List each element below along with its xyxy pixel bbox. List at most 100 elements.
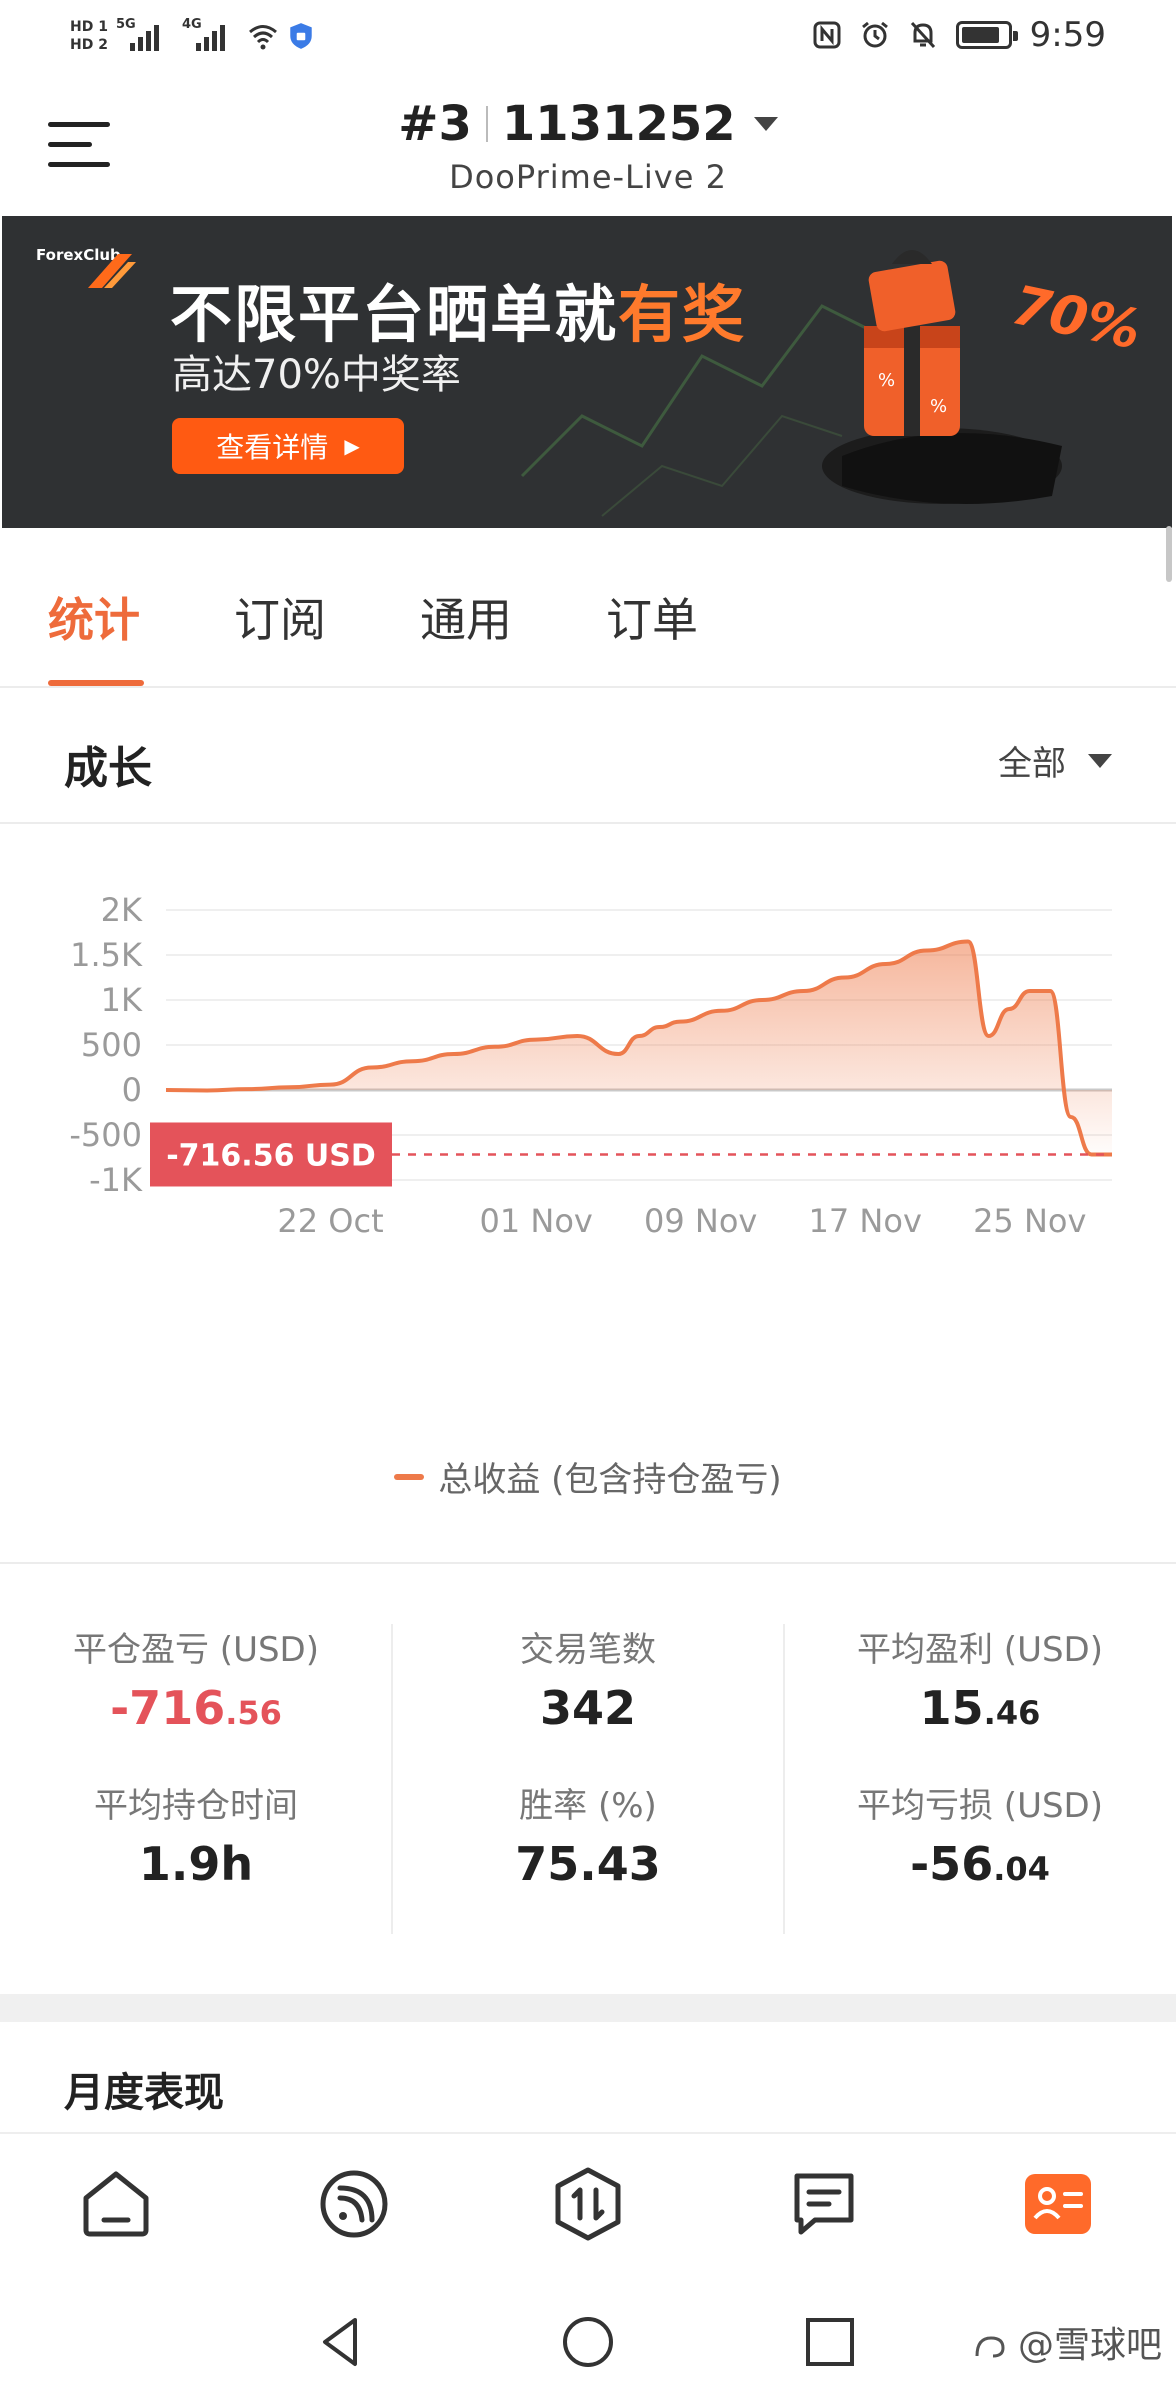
- battery-level: [961, 27, 1000, 43]
- stat-value-dec: .04: [993, 1850, 1050, 1888]
- period-filter-value: 全部: [998, 744, 1066, 784]
- y-tick-label: 500: [81, 1026, 142, 1064]
- current-value-label: -716.56 USD: [166, 1138, 376, 1173]
- stats-grid: 平仓盈亏 (USD) -716.56 交易笔数 342 平均盈利 (USD) 1…: [0, 1562, 1176, 1992]
- x-tick-label: 09 Nov: [644, 1202, 757, 1240]
- home-button[interactable]: [558, 2312, 618, 2372]
- back-triangle-icon: [323, 2318, 357, 2366]
- y-tick-label: 2K: [101, 891, 143, 929]
- tab-statistics[interactable]: 统计: [48, 584, 140, 650]
- nav-home[interactable]: [74, 2162, 158, 2246]
- tab-orders[interactable]: 订单: [606, 584, 698, 650]
- signal-4g-icon: 4G: [182, 17, 240, 51]
- stat-value: 15.46: [784, 1681, 1176, 1735]
- period-filter-dropdown[interactable]: 全部: [998, 736, 1112, 785]
- stat-label: 交易笔数: [520, 1630, 656, 1670]
- promo-banner[interactable]: ForexClub 不限平台晒单就有奖 高达70%中奖率 查看详情 ▶ % % …: [2, 216, 1172, 528]
- status-right: 9:59: [812, 14, 1106, 56]
- forexclub-mark-icon: [88, 254, 136, 288]
- stat-divider: [783, 1624, 785, 1934]
- growth-chart-svg: 2K 1.5K 1K 500 0 -500 -1K 22 Oct 01 Nov 09 Nov 17…: [69, 891, 1112, 1240]
- tab-bar: 统计 订阅 通用 订单: [0, 528, 1176, 688]
- monthly-performance-title: 月度表现: [64, 2070, 224, 2116]
- server-name: DooPrime-Live 2: [449, 158, 727, 196]
- chart-legend[interactable]: 总收益 (包含持仓盈亏): [0, 1452, 1176, 1501]
- stat-value: -56.04: [784, 1837, 1176, 1891]
- stat-divider: [391, 1624, 393, 1934]
- banner-title: 不限平台晒单就有奖: [170, 264, 746, 354]
- y-tick-label: -500: [69, 1116, 142, 1154]
- signal-5g-icon: 5G: [116, 17, 174, 51]
- stat-value: 75.43: [392, 1837, 784, 1891]
- legend-swatch: [394, 1473, 425, 1480]
- banner-title-main: 不限平台晒单就: [170, 278, 619, 351]
- messages-icon: [794, 2173, 854, 2235]
- stat-label: 平均盈利 (USD): [857, 1630, 1103, 1670]
- app-header: #3 1131252 DooPrime-Live 2: [0, 70, 1176, 210]
- tab-subscribe[interactable]: 订阅: [234, 584, 326, 650]
- nav-feed[interactable]: [312, 2162, 396, 2246]
- x-tick-label: 22 Oct: [277, 1202, 383, 1240]
- y-tick-label: 1K: [101, 981, 143, 1019]
- legend-label: 总收益 (包含持仓盈亏): [438, 1460, 782, 1500]
- feed-icon: [320, 2170, 388, 2238]
- tab-general[interactable]: 通用: [420, 584, 512, 650]
- stat-label: 平均持仓时间: [94, 1786, 298, 1826]
- banner-details-button[interactable]: 查看详情 ▶: [172, 418, 404, 474]
- stat-value-int: 75.43: [515, 1837, 661, 1891]
- play-arrow-icon: ▶: [344, 434, 360, 458]
- growth-section-header: 成长 全部: [0, 692, 1176, 824]
- stat-value-int: 15: [919, 1681, 984, 1735]
- clock: 9:59: [1029, 15, 1106, 55]
- status-left: HD 1 HD 2 5G 4G: [70, 8, 316, 64]
- banner-button-label: 查看详情: [216, 431, 329, 464]
- nfc-icon: [813, 21, 841, 49]
- stat-trade-count: 交易笔数 342: [392, 1622, 784, 1735]
- account-number: 1131252: [501, 96, 736, 152]
- stat-value-dec: .56: [225, 1694, 282, 1732]
- recents-button[interactable]: [800, 2312, 860, 2372]
- nav-profile[interactable]: [1016, 2162, 1100, 2246]
- profile-card-icon: [1025, 2174, 1091, 2234]
- stat-value: -716.56: [0, 1681, 392, 1735]
- stat-value: 342: [392, 1681, 784, 1735]
- section-gap: [0, 1994, 1176, 2022]
- stat-avg-loss: 平均亏损 (USD) -56.04: [784, 1778, 1176, 1891]
- account-prefix: #3: [398, 96, 472, 152]
- account-selector[interactable]: #3 1131252 DooPrime-Live 2: [0, 96, 1176, 196]
- stat-value: 1.9h: [0, 1837, 392, 1891]
- active-tab-indicator: [48, 680, 144, 686]
- gift-hand-illustration: % %: [822, 250, 1062, 504]
- nav-messages[interactable]: [782, 2162, 866, 2246]
- hd-indicator: HD 1 HD 2: [70, 18, 108, 54]
- growth-title: 成长: [64, 743, 152, 794]
- shield-icon: [290, 23, 312, 49]
- account-separator: [485, 106, 488, 142]
- growth-chart: 2K 1.5K 1K 500 0 -500 -1K 22 Oct 01 Nov 09 Nov 17…: [0, 826, 1176, 1558]
- home-icon: [83, 2171, 149, 2237]
- nav-trade[interactable]: [546, 2162, 630, 2246]
- stat-value-int: 342: [539, 1681, 637, 1735]
- system-nav-bar: @雪球吧: [0, 2272, 1176, 2400]
- y-tick-label: -1K: [89, 1161, 143, 1199]
- stat-label: 胜率 (%): [519, 1786, 657, 1826]
- wifi-icon: [248, 25, 277, 50]
- chevron-down-icon: [1088, 753, 1112, 768]
- chevron-down-icon: [753, 117, 778, 131]
- stat-value-int: -56: [910, 1837, 994, 1891]
- home-circle-icon: [563, 2317, 613, 2367]
- x-tick-label: 25 Nov: [973, 1202, 1086, 1240]
- status-bar: HD 1 HD 2 5G 4G 9:59: [0, 0, 1176, 70]
- watermark: @雪球吧: [973, 2316, 1162, 2368]
- hd2-label: HD 2: [70, 37, 108, 53]
- y-tick-label: 1.5K: [70, 936, 143, 974]
- banner-subtitle: 高达70%中奖率: [172, 352, 461, 398]
- svg-text:%: %: [878, 370, 895, 391]
- mute-bell-icon: [910, 21, 935, 49]
- bottom-nav: [0, 2132, 1176, 2272]
- back-button[interactable]: [310, 2312, 370, 2372]
- stat-win-rate: 胜率 (%) 75.43: [392, 1778, 784, 1891]
- stat-label: 平均亏损 (USD): [857, 1786, 1103, 1826]
- snowball-logo-icon: [975, 2336, 1005, 2358]
- banner-title-highlight: 有奖: [618, 278, 747, 351]
